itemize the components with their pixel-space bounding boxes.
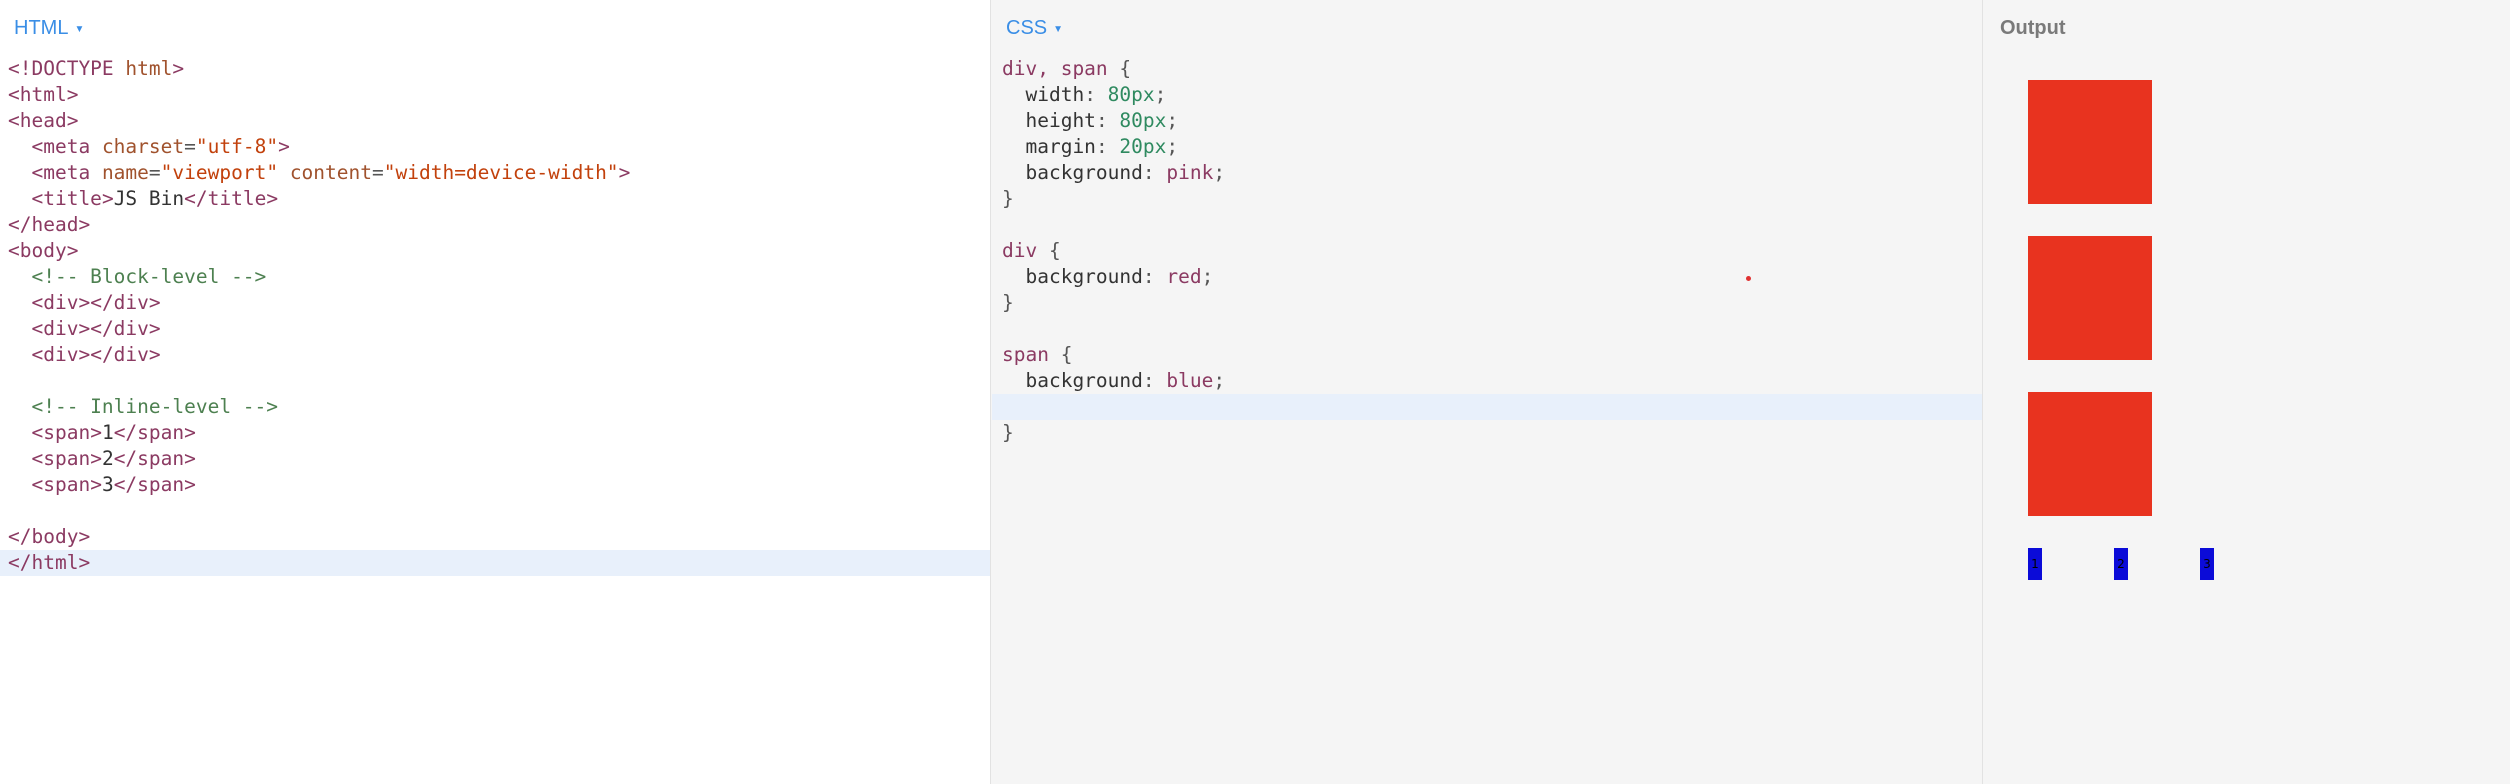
- html-panel-title[interactable]: HTML: [14, 17, 68, 40]
- html-code-line[interactable]: <div></div>: [0, 290, 990, 316]
- html-code-line[interactable]: ​: [0, 498, 990, 524]
- css-code-line[interactable]: ​: [992, 316, 1982, 342]
- css-code-line[interactable]: span {: [992, 342, 1982, 368]
- html-code-line[interactable]: <title>JS Bin</title>: [0, 186, 990, 212]
- html-code-editor[interactable]: <!DOCTYPE html> <html> <head> <meta charse…: [0, 56, 990, 576]
- html-code-line[interactable]: <!-- Inline-level -->: [0, 394, 990, 420]
- html-code-line[interactable]: </body>: [0, 524, 990, 550]
- html-code-line[interactable]: <head>: [0, 108, 990, 134]
- cursor-marker-dot: [1746, 276, 1751, 281]
- html-code-line[interactable]: <meta charset="utf-8">: [0, 134, 990, 160]
- css-code-line[interactable]: height: 80px;: [992, 108, 1982, 134]
- output-panel-title: Output: [2000, 16, 2066, 39]
- html-code-line[interactable]: </head>: [0, 212, 990, 238]
- css-code-line[interactable]: }: [992, 290, 1982, 316]
- css-panel-title[interactable]: CSS: [1006, 17, 1047, 40]
- html-code-line[interactable]: <body>: [0, 238, 990, 264]
- css-code-line[interactable]: background: pink;: [992, 160, 1982, 186]
- html-code-line[interactable]: <html>: [0, 82, 990, 108]
- output-block-div: [2028, 236, 2152, 360]
- output-inline-row: 1 2 3: [2028, 548, 2508, 580]
- css-code-line[interactable]: background: red;: [992, 264, 1982, 290]
- output-preview: 1 2 3: [2028, 80, 2508, 780]
- css-code-line[interactable]: background: blue;: [992, 368, 1982, 394]
- output-panel-header: Output: [2000, 14, 2066, 42]
- html-code-line[interactable]: <meta name="viewport" content="width=dev…: [0, 160, 990, 186]
- css-code-editor[interactable]: div, span { width: 80px; height: 80px; m…: [992, 56, 1982, 446]
- css-code-line[interactable]: }: [992, 420, 1982, 446]
- html-code-line[interactable]: </html>: [0, 550, 990, 576]
- html-code-line[interactable]: ​: [0, 368, 990, 394]
- output-block-div: [2028, 392, 2152, 516]
- output-inline-span: 2: [2114, 548, 2128, 580]
- html-code-line[interactable]: <!-- Block-level -->: [0, 264, 990, 290]
- css-editor-panel[interactable]: CSS ▼ div, span { width: 80px; height: 8…: [992, 0, 1983, 784]
- html-code-line[interactable]: <!DOCTYPE html>: [0, 56, 990, 82]
- html-code-line[interactable]: <div></div>: [0, 316, 990, 342]
- html-code-line[interactable]: <span>1</span>: [0, 420, 990, 446]
- html-editor-panel[interactable]: HTML ▼ <!DOCTYPE html> <html> <head> <meta…: [0, 0, 991, 784]
- html-code-line[interactable]: <div></div>: [0, 342, 990, 368]
- css-code-line[interactable]: margin: 20px;: [992, 134, 1982, 160]
- css-code-line[interactable]: div, span {: [992, 56, 1982, 82]
- html-code-line[interactable]: <span>2</span>: [0, 446, 990, 472]
- output-block-div: [2028, 80, 2152, 204]
- css-code-line[interactable]: ​: [992, 212, 1982, 238]
- css-code-line[interactable]: }: [992, 186, 1982, 212]
- css-panel-header[interactable]: CSS ▼: [1006, 14, 1063, 42]
- css-code-line[interactable]: div {: [992, 238, 1982, 264]
- caret-down-icon[interactable]: ▼: [1053, 24, 1063, 35]
- output-inline-span: 3: [2200, 548, 2214, 580]
- html-panel-header[interactable]: HTML ▼: [14, 14, 84, 42]
- css-code-line[interactable]: width: 80px;: [992, 82, 1982, 108]
- output-inline-span: 1: [2028, 548, 2042, 580]
- caret-down-icon[interactable]: ▼: [74, 24, 84, 35]
- css-code-line[interactable]: ​: [992, 394, 1982, 420]
- html-code-line[interactable]: <span>3</span>: [0, 472, 990, 498]
